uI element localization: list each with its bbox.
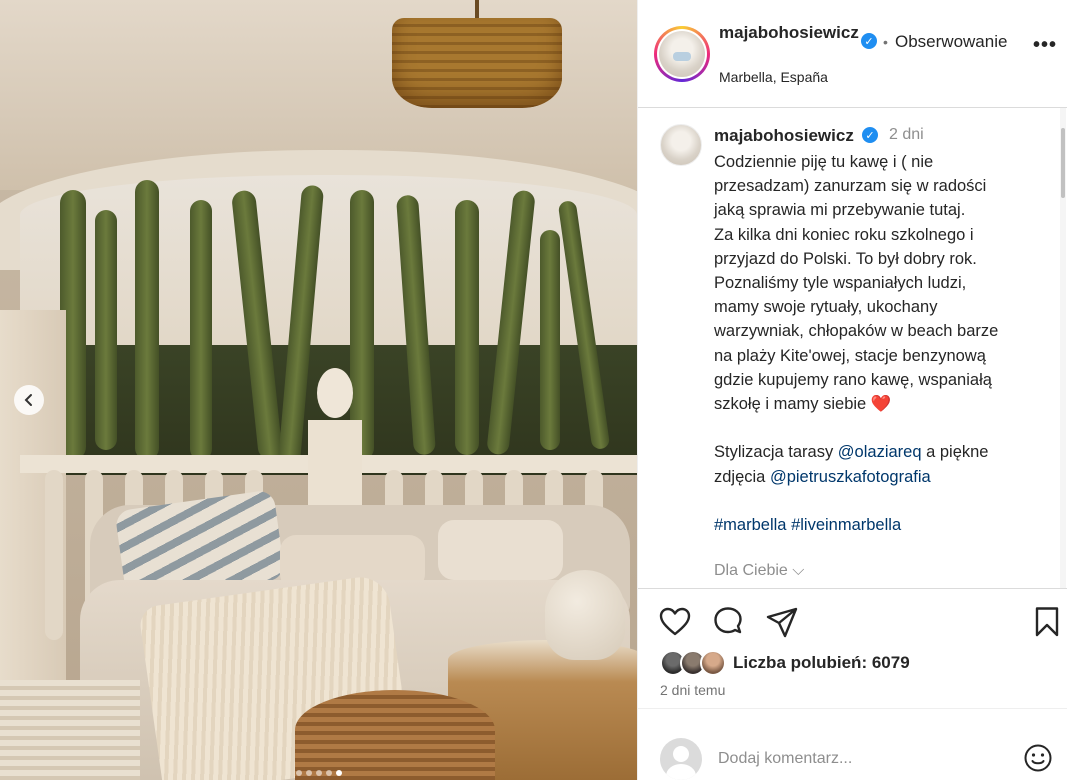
caption-text: Codziennie piję tu kawę i ( nie przesadz… [714, 150, 1054, 537]
caption-line: Codziennie piję tu kawę i ( nie [714, 153, 934, 171]
hashtag-link[interactable]: #liveinmarbella [791, 516, 901, 534]
caption-line: mamy swoje rytuały, ukochany [714, 298, 938, 317]
cushion [438, 520, 563, 580]
comment-icon[interactable] [711, 605, 745, 639]
styling-prefix: Stylizacja tarasy [714, 443, 838, 462]
caption-line: Poznaliśmy tyle wspaniałych ludzi, [714, 274, 967, 293]
vase [545, 570, 625, 660]
carousel-dot [335, 770, 342, 776]
avatar [659, 31, 705, 77]
verified-badge-icon: ✓ [862, 127, 878, 143]
heart-icon[interactable] [658, 605, 692, 639]
chevron-down-icon: ⌵ [792, 562, 805, 579]
carousel-dot [315, 770, 322, 776]
post-date[interactable]: 2 dni temu [660, 682, 725, 698]
caption-username[interactable]: majabohosiewicz [714, 126, 854, 146]
story-avatar[interactable] [654, 26, 710, 82]
comment-input[interactable] [718, 747, 998, 771]
caption-line: zdjęcia @pietruszkafotografia [714, 465, 1054, 489]
verified-badge-icon: ✓ [861, 33, 877, 49]
header-separator: • [883, 34, 888, 50]
cactus [455, 200, 479, 455]
mention-link[interactable]: @olaziareq [838, 443, 922, 461]
carousel-prev-button[interactable] [14, 385, 44, 415]
caption-line: przesadzam) zanurzam się w radości [714, 177, 987, 196]
cactus [95, 210, 117, 450]
carousel-dot [305, 770, 312, 776]
caption-line-text: szkołę i mamy siebie [714, 395, 867, 414]
for-you-label: Dla Ciebie [714, 562, 788, 579]
caption-area: majabohosiewicz ✓ 2 dni Codziennie piję … [638, 108, 1067, 588]
avatar [660, 738, 702, 780]
caption-line: szkołę i mamy siebie ❤️ [714, 392, 1054, 416]
heart-emoji: ❤️ [870, 395, 892, 414]
caption-line: warzywniak, chłopaków w beach barze [714, 322, 999, 341]
caption-timestamp[interactable]: 2 dni [889, 126, 924, 144]
carousel-dot [295, 770, 302, 776]
caption-line: jaką sprawia mi przebywanie tutaj. [714, 201, 966, 220]
post-finial [317, 368, 353, 418]
baluster [45, 470, 63, 640]
rattan-pouf [295, 690, 495, 780]
caption-line: przyjazd do Polski. To był dobry rok. [714, 249, 977, 268]
for-you-dropdown[interactable]: Dla Ciebie ⌵ [714, 562, 804, 580]
more-options-icon[interactable]: ••• [1033, 34, 1057, 57]
photos-prefix: zdjęcia [714, 467, 770, 486]
caption-line: na plaży Kite'owej, stacje benzynową [714, 346, 986, 365]
carousel-indicator [0, 770, 637, 776]
hashtag-link[interactable]: #marbella [714, 516, 786, 534]
likes-count[interactable]: Liczba polubień: 6079 [733, 653, 910, 673]
caption-line: #marbella #liveinmarbella [714, 513, 1054, 537]
following-button[interactable]: Obserwowanie [895, 32, 1007, 52]
caption-avatar[interactable] [660, 124, 702, 166]
cactus [135, 180, 159, 460]
avatar [700, 650, 726, 676]
caption-line: gdzie kupujemy rano kawę, wspaniałą [714, 370, 992, 389]
cactus [540, 230, 560, 450]
header-username[interactable]: majabohosiewicz [719, 22, 859, 43]
post-actions: Liczba polubień: 6079 2 dni temu [638, 588, 1067, 708]
mention-link[interactable]: @pietruszkafotografia [770, 468, 931, 486]
caption-line: Stylizacja tarasy @olaziareq a piękne [714, 440, 1054, 464]
comment-bar [638, 708, 1067, 780]
emoji-icon[interactable] [1023, 743, 1053, 773]
post-photo[interactable] [0, 0, 637, 780]
bookmark-icon[interactable] [1030, 605, 1064, 639]
caption-line: Za kilka dni koniec roku szkolnego i [714, 225, 974, 244]
lamp-cord [475, 0, 479, 20]
post-header: majabohosiewicz ✓ • Obserwowanie ••• Mar… [638, 0, 1067, 108]
scrollbar-thumb[interactable] [1061, 128, 1065, 198]
post-side-panel: majabohosiewicz ✓ • Obserwowanie ••• Mar… [637, 0, 1067, 780]
share-icon[interactable] [765, 605, 799, 639]
location-link[interactable]: Marbella, España [719, 69, 828, 85]
rug [0, 680, 140, 780]
liker-avatars[interactable] [660, 650, 730, 676]
pendant-lamp [392, 18, 562, 108]
styling-suffix: a piękne [921, 443, 989, 462]
carousel-dot [325, 770, 332, 776]
cactus [190, 200, 212, 460]
chevron-left-icon [24, 394, 32, 406]
